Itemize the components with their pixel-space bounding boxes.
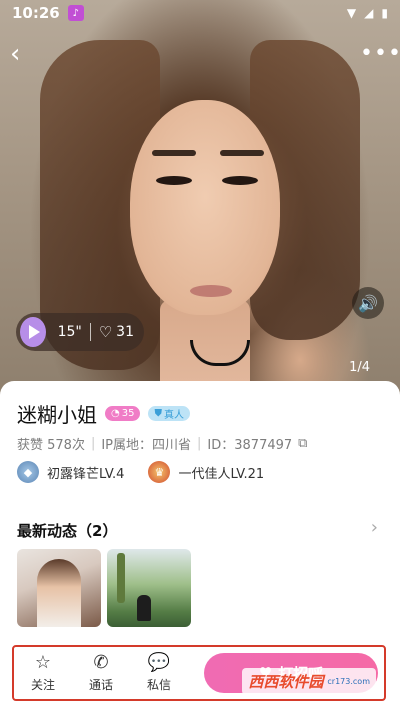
message-label: 私信: [146, 678, 171, 692]
watermark-text: 西西软件园: [248, 673, 324, 691]
level-badge: ◔ 35: [105, 406, 141, 421]
photo-detail: [130, 100, 280, 315]
profile-name: 迷糊小姐: [17, 403, 97, 427]
likes-count: 获赞 578次: [17, 438, 85, 453]
ip-location: IP属地：四川省: [101, 438, 192, 453]
photo-detail: [222, 176, 258, 185]
chat-icon: 💬: [147, 652, 171, 673]
phone-icon: ✆: [93, 652, 109, 673]
level-badge-value: 35: [121, 408, 135, 419]
call-label: 通话: [88, 678, 113, 692]
app-notification-icon: ♪: [67, 5, 84, 21]
back-button[interactable]: ‹: [10, 40, 38, 68]
moments-thumbnails: [17, 549, 191, 627]
watermark-url: cr173.com: [327, 677, 370, 686]
honor-label: 初露锋芒LV.4: [47, 466, 125, 482]
photo-detail: [190, 285, 232, 297]
message-button[interactable]: 💬 私信: [130, 653, 188, 693]
divider: [89, 323, 91, 341]
copy-icon[interactable]: ⧉: [298, 436, 307, 451]
follow-label: 关注: [30, 678, 55, 692]
honor-row: ◆ 初露锋芒LV.4 ♛ 一代佳人LV.21: [17, 461, 264, 483]
moments-title: 最新动态（2）: [17, 522, 118, 540]
divider: |: [90, 436, 96, 451]
more-options-button[interactable]: •••: [360, 40, 400, 68]
moment-thumbnail[interactable]: [17, 549, 101, 627]
crown-badge-icon: ♛: [148, 461, 171, 483]
status-bar: 10:26 ♪ ▼ ◢ ▮: [0, 0, 400, 26]
chevron-left-icon: ‹: [10, 39, 21, 69]
speaker-icon: 🔊: [358, 293, 378, 313]
battery-icon: ▮: [381, 6, 388, 20]
shield-icon: ⛊: [154, 408, 162, 419]
sound-toggle-button[interactable]: 🔊: [352, 287, 384, 319]
moment-thumbnail[interactable]: [107, 549, 191, 627]
status-time: 10:26: [12, 4, 60, 22]
diamond-badge-icon: ◆: [17, 461, 39, 483]
voice-intro-pill[interactable]: 15" ♡ 31: [16, 313, 144, 351]
bottom-action-bar: ☆ 关注 ✆ 通话 💬 私信 ♥ 打招呼 西西软件园 cr173.com: [12, 645, 386, 701]
honor-item[interactable]: ♛ 一代佳人LV.21: [148, 461, 264, 483]
photo-detail: [156, 176, 192, 185]
status-icons: ▼ ◢ ▮: [347, 6, 388, 20]
watermark-logo: 西西软件园 cr173.com: [242, 668, 376, 695]
heart-icon[interactable]: ♡: [99, 323, 112, 341]
divider: |: [197, 436, 202, 451]
wifi-icon: ▼: [346, 6, 357, 20]
signal-icon: ◢: [364, 6, 374, 20]
photo-page-indicator: 1/4: [349, 360, 370, 375]
honor-label: 一代佳人LV.21: [178, 466, 265, 482]
user-id: ID：3877497: [207, 438, 293, 453]
verified-badge: ⛊ 真人: [148, 406, 190, 421]
chat-bubble-icon: ◔: [111, 408, 120, 419]
like-count: 31: [116, 324, 134, 340]
play-icon[interactable]: [20, 317, 46, 347]
photo-detail: [152, 150, 196, 156]
chevron-right-icon[interactable]: ›: [371, 517, 378, 538]
name-row: 迷糊小姐 ◔ 35 ⛊ 真人: [17, 399, 190, 428]
voice-duration: 15": [57, 324, 82, 340]
honor-item[interactable]: ◆ 初露锋芒LV.4: [17, 461, 124, 483]
star-icon: ☆: [34, 652, 52, 673]
verified-badge-label: 真人: [163, 410, 184, 421]
follow-button[interactable]: ☆ 关注: [14, 653, 72, 693]
profile-meta: 获赞 578次 | IP属地：四川省 | ID：3877497 ⧉: [17, 434, 307, 453]
photo-detail: [220, 150, 264, 156]
more-horizontal-icon: •••: [360, 41, 400, 66]
call-button[interactable]: ✆ 通话: [72, 653, 130, 693]
